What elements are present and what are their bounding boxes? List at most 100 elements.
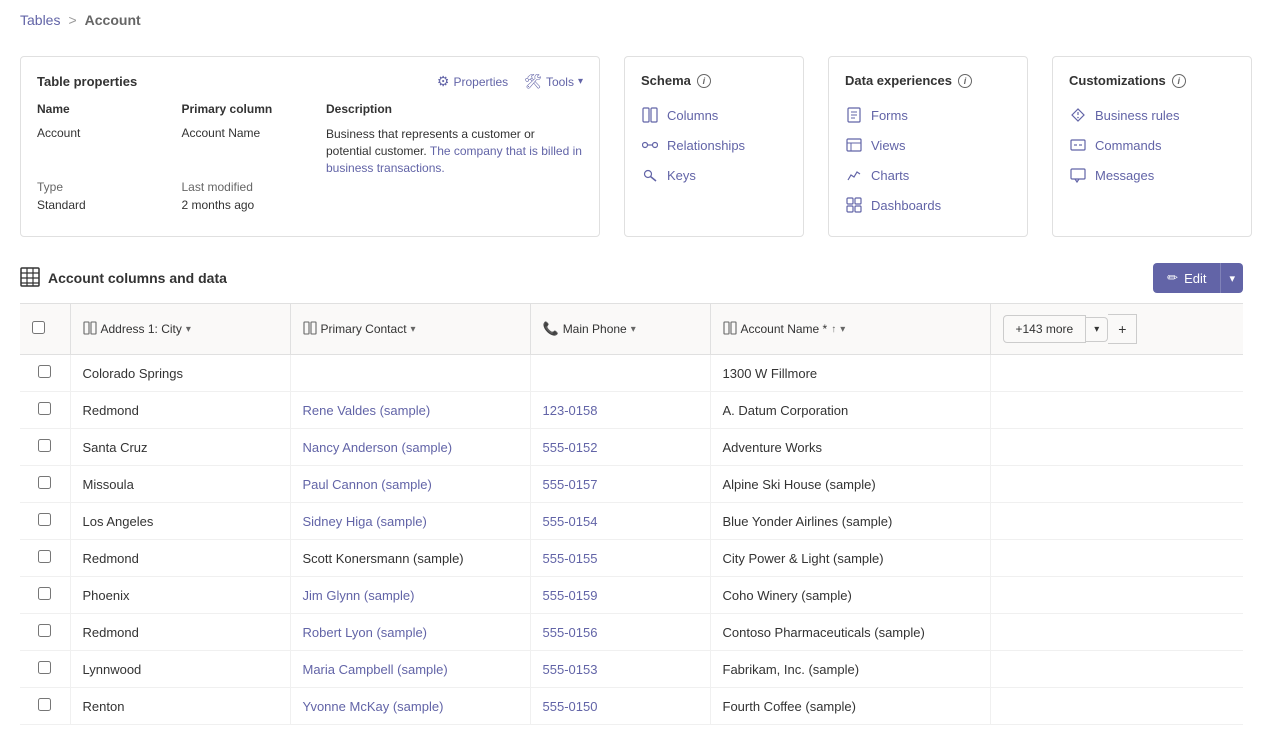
row-phone[interactable]: 555-0155 (530, 540, 710, 577)
row-contact[interactable]: Jim Glynn (sample) (290, 577, 530, 614)
custom-title: Customizations i (1069, 73, 1235, 88)
th-contact[interactable]: Primary Contact ▾ (290, 304, 530, 355)
row-city: Redmond (70, 540, 290, 577)
contact-col-icon (303, 321, 317, 338)
phone-col-icon: 📞 (543, 321, 559, 337)
edit-chevron-button[interactable]: ▾ (1220, 263, 1243, 293)
relationships-icon (641, 136, 659, 154)
table-row: LynnwoodMaria Campbell (sample)555-0153F… (20, 651, 1243, 688)
relationships-link[interactable]: Relationships (641, 130, 787, 160)
col-header-primary: Primary column (182, 102, 311, 122)
table-props-grid: Name Primary column Description Account … (37, 102, 583, 212)
keys-icon (641, 166, 659, 184)
data-exp-info-icon: i (958, 74, 972, 88)
prop-type-value: Standard (37, 198, 166, 212)
th-account[interactable]: Account Name * ↑ ▾ (710, 304, 990, 355)
row-checkbox[interactable] (38, 402, 51, 415)
row-phone[interactable]: 555-0156 (530, 614, 710, 651)
city-col-icon (83, 321, 97, 338)
business-rules-link[interactable]: Business rules (1069, 100, 1235, 130)
row-checkbox[interactable] (38, 365, 51, 378)
row-account: Contoso Pharmaceuticals (sample) (710, 614, 990, 651)
row-contact[interactable]: Robert Lyon (sample) (290, 614, 530, 651)
breadcrumb: Tables > Account (0, 0, 1263, 40)
tools-link[interactable]: 🛠 Tools ▾ (524, 73, 583, 90)
row-contact[interactable]: Yvonne McKay (sample) (290, 688, 530, 725)
th-city[interactable]: Address 1: City ▾ (70, 304, 290, 355)
row-city: Redmond (70, 392, 290, 429)
row-checkbox[interactable] (38, 476, 51, 489)
tools-chevron-icon: ▾ (578, 76, 583, 87)
more-columns-button[interactable]: +143 more (1003, 315, 1087, 343)
row-checkbox[interactable] (38, 513, 51, 526)
col-header-name: Name (37, 102, 166, 122)
row-extra (990, 688, 1243, 725)
row-checkbox[interactable] (38, 439, 51, 452)
row-phone[interactable]: 555-0157 (530, 466, 710, 503)
schema-title: Schema i (641, 73, 787, 88)
commands-link[interactable]: Commands (1069, 130, 1235, 160)
th-more[interactable]: +143 more ▾ + (990, 304, 1243, 355)
breadcrumb-separator: > (68, 12, 76, 28)
add-column-button[interactable]: + (1108, 314, 1137, 344)
row-checkbox-cell (20, 577, 70, 614)
row-contact[interactable]: Paul Cannon (sample) (290, 466, 530, 503)
row-city: Renton (70, 688, 290, 725)
account-col-icon (723, 321, 737, 338)
dashboards-link[interactable]: Dashboards (845, 190, 1011, 220)
row-checkbox-cell (20, 466, 70, 503)
customizations-panel: Customizations i Business rules (1052, 56, 1252, 237)
th-phone[interactable]: 📞 Main Phone ▾ (530, 304, 710, 355)
messages-link[interactable]: Messages (1069, 160, 1235, 190)
row-checkbox-cell (20, 688, 70, 725)
city-chevron-icon: ▾ (186, 324, 191, 335)
table-icon (20, 267, 40, 290)
col-header-desc: Description (326, 102, 583, 122)
columns-link[interactable]: Columns (641, 100, 787, 130)
row-checkbox-cell (20, 355, 70, 392)
edit-button[interactable]: ✏ Edit (1153, 263, 1220, 293)
select-all-checkbox[interactable] (32, 321, 45, 334)
schema-panel: Schema i Columns Relationships (624, 56, 804, 237)
row-checkbox[interactable] (38, 661, 51, 674)
row-checkbox[interactable] (38, 624, 51, 637)
keys-link[interactable]: Keys (641, 160, 787, 190)
row-account: A. Datum Corporation (710, 392, 990, 429)
data-section-title: Account columns and data (20, 267, 227, 290)
row-phone[interactable]: 123-0158 (530, 392, 710, 429)
row-phone[interactable]: 555-0150 (530, 688, 710, 725)
more-chevron-button[interactable]: ▾ (1086, 317, 1108, 342)
properties-link[interactable]: ⚙ Properties (437, 73, 508, 90)
row-extra (990, 577, 1243, 614)
row-checkbox-cell (20, 651, 70, 688)
row-checkbox[interactable] (38, 587, 51, 600)
forms-icon (845, 106, 863, 124)
forms-link[interactable]: Forms (845, 100, 1011, 130)
row-extra (990, 614, 1243, 651)
row-account: Adventure Works (710, 429, 990, 466)
row-contact[interactable]: Maria Campbell (sample) (290, 651, 530, 688)
row-contact[interactable]: Nancy Anderson (sample) (290, 429, 530, 466)
table-header-row: Address 1: City ▾ Primary Contact (20, 304, 1243, 355)
data-table: Address 1: City ▾ Primary Contact (20, 304, 1243, 725)
table-properties-panel: Table properties ⚙ Properties 🛠 Tools ▾ … (20, 56, 600, 237)
row-contact[interactable]: Sidney Higa (sample) (290, 503, 530, 540)
row-checkbox[interactable] (38, 550, 51, 563)
row-checkbox-cell (20, 540, 70, 577)
row-contact[interactable]: Rene Valdes (sample) (290, 392, 530, 429)
row-city: Redmond (70, 614, 290, 651)
row-city: Colorado Springs (70, 355, 290, 392)
table-row: RedmondScott Konersmann (sample)555-0155… (20, 540, 1243, 577)
row-checkbox[interactable] (38, 698, 51, 711)
breadcrumb-parent[interactable]: Tables (20, 12, 60, 28)
views-link[interactable]: Views (845, 130, 1011, 160)
row-phone[interactable]: 555-0153 (530, 651, 710, 688)
views-icon (845, 136, 863, 154)
row-phone[interactable]: 555-0159 (530, 577, 710, 614)
table-props-actions: ⚙ Properties 🛠 Tools ▾ (437, 73, 583, 90)
row-phone[interactable]: 555-0152 (530, 429, 710, 466)
row-phone[interactable]: 555-0154 (530, 503, 710, 540)
charts-link[interactable]: Charts (845, 160, 1011, 190)
row-extra (990, 503, 1243, 540)
schema-info-icon: i (697, 74, 711, 88)
